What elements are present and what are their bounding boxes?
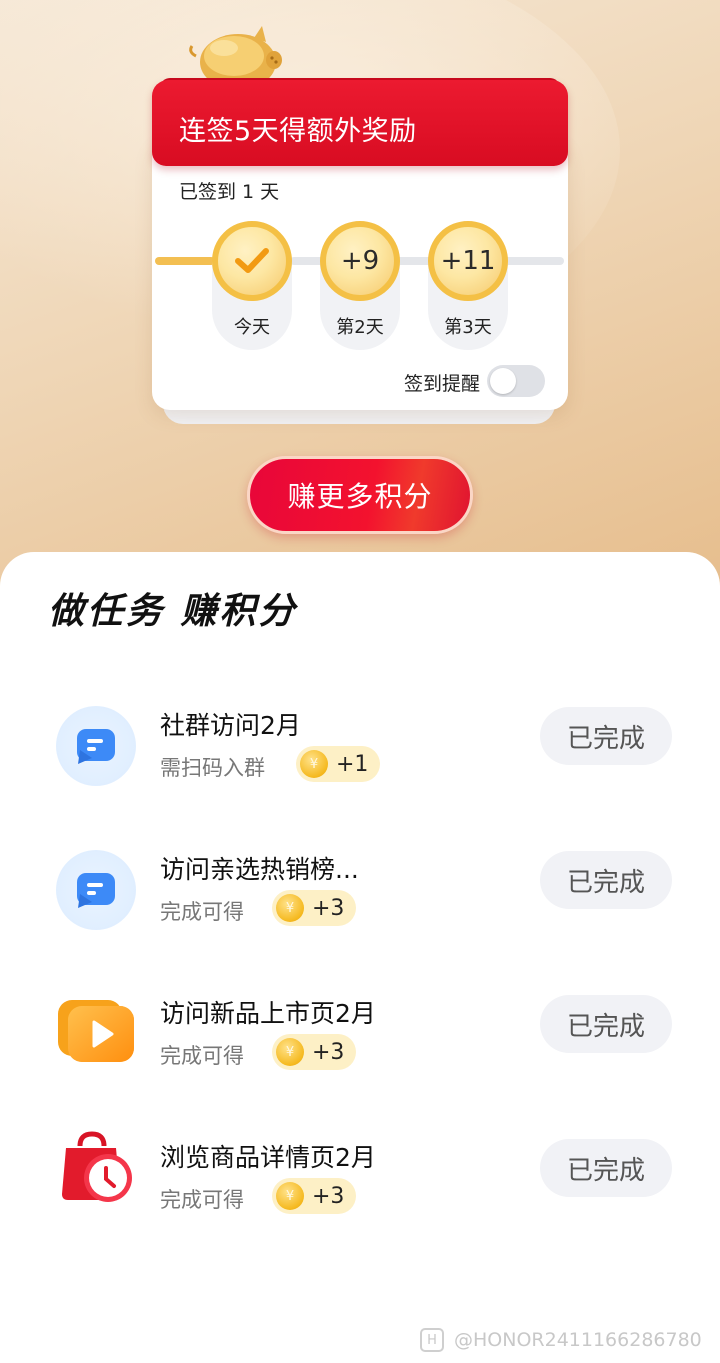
day-label-today: 今天 bbox=[234, 317, 270, 338]
task-subtitle: 需扫码入群 bbox=[160, 756, 265, 780]
coin-icon: ¥ bbox=[276, 1182, 304, 1210]
task-name: 社群访问2月 bbox=[160, 711, 301, 740]
reward-badge: ¥ +3 bbox=[272, 890, 357, 926]
coin-icon: ¥ bbox=[276, 1038, 304, 1066]
reminder-toggle[interactable] bbox=[487, 365, 545, 397]
task-item: 访问新品上市页2月 完成可得 ¥ +3 已完成 bbox=[0, 982, 720, 1102]
task-subtitle: 完成可得 bbox=[160, 1044, 244, 1068]
reward-badge: ¥ +3 bbox=[272, 1034, 357, 1070]
coin-icon: ¥ bbox=[276, 894, 304, 922]
reward-amount: +3 bbox=[312, 1183, 345, 1209]
task-item: 访问亲选热销榜... 完成可得 ¥ +3 已完成 bbox=[0, 838, 720, 958]
task-status-button[interactable]: 已完成 bbox=[540, 995, 672, 1053]
day-coin-2[interactable]: +9 bbox=[320, 221, 400, 301]
day-coin-today[interactable] bbox=[212, 221, 292, 301]
honor-logo-icon: H bbox=[420, 1328, 444, 1352]
task-status-button[interactable]: 已完成 bbox=[540, 1139, 672, 1197]
tasks-title: 做任务 赚积分 bbox=[48, 591, 298, 632]
task-status-button[interactable]: 已完成 bbox=[540, 851, 672, 909]
toggle-knob bbox=[490, 368, 516, 394]
task-name: 访问新品上市页2月 bbox=[160, 999, 376, 1028]
chat-bubble-icon bbox=[77, 729, 115, 764]
ribbon-title: 连签5天得额外奖励 bbox=[179, 116, 417, 147]
video-play-icon bbox=[58, 1000, 134, 1062]
reward-amount: +3 bbox=[312, 895, 345, 921]
reward-amount: +1 bbox=[336, 751, 369, 777]
signed-days-text: 已签到 1 天 bbox=[179, 181, 280, 203]
shopping-bag-clock-icon bbox=[62, 1131, 132, 1202]
day-label-2: 第2天 bbox=[336, 317, 384, 338]
reward-amount: +3 bbox=[312, 1039, 345, 1065]
task-item: 浏览商品详情页2月 完成可得 ¥ +3 已完成 bbox=[0, 1126, 720, 1246]
task-icon bbox=[56, 706, 136, 786]
task-status-button[interactable]: 已完成 bbox=[540, 707, 672, 765]
reminder-label: 签到提醒 bbox=[404, 373, 481, 395]
reward-badge: ¥ +3 bbox=[272, 1178, 357, 1214]
chat-bubble-icon bbox=[77, 873, 115, 908]
task-icon bbox=[56, 850, 136, 930]
day-coin-3[interactable]: +11 bbox=[428, 221, 508, 301]
task-name: 访问亲选热销榜... bbox=[160, 855, 359, 884]
checkmark-icon bbox=[235, 248, 269, 273]
task-item: 社群访问2月 需扫码入群 ¥ +1 已完成 bbox=[0, 694, 720, 814]
day-label-3: 第3天 bbox=[444, 317, 492, 338]
progress-track-filled bbox=[155, 257, 215, 265]
earn-more-points-button[interactable]: 赚更多积分 bbox=[247, 456, 473, 534]
task-name: 浏览商品详情页2月 bbox=[160, 1143, 376, 1172]
task-subtitle: 完成可得 bbox=[160, 1188, 244, 1212]
watermark: H @HONOR2411166286780 bbox=[420, 1328, 702, 1352]
watermark-text: @HONOR2411166286780 bbox=[454, 1329, 702, 1351]
coin-icon: ¥ bbox=[300, 750, 328, 778]
reward-badge: ¥ +1 bbox=[296, 746, 381, 782]
task-subtitle: 完成可得 bbox=[160, 900, 244, 924]
